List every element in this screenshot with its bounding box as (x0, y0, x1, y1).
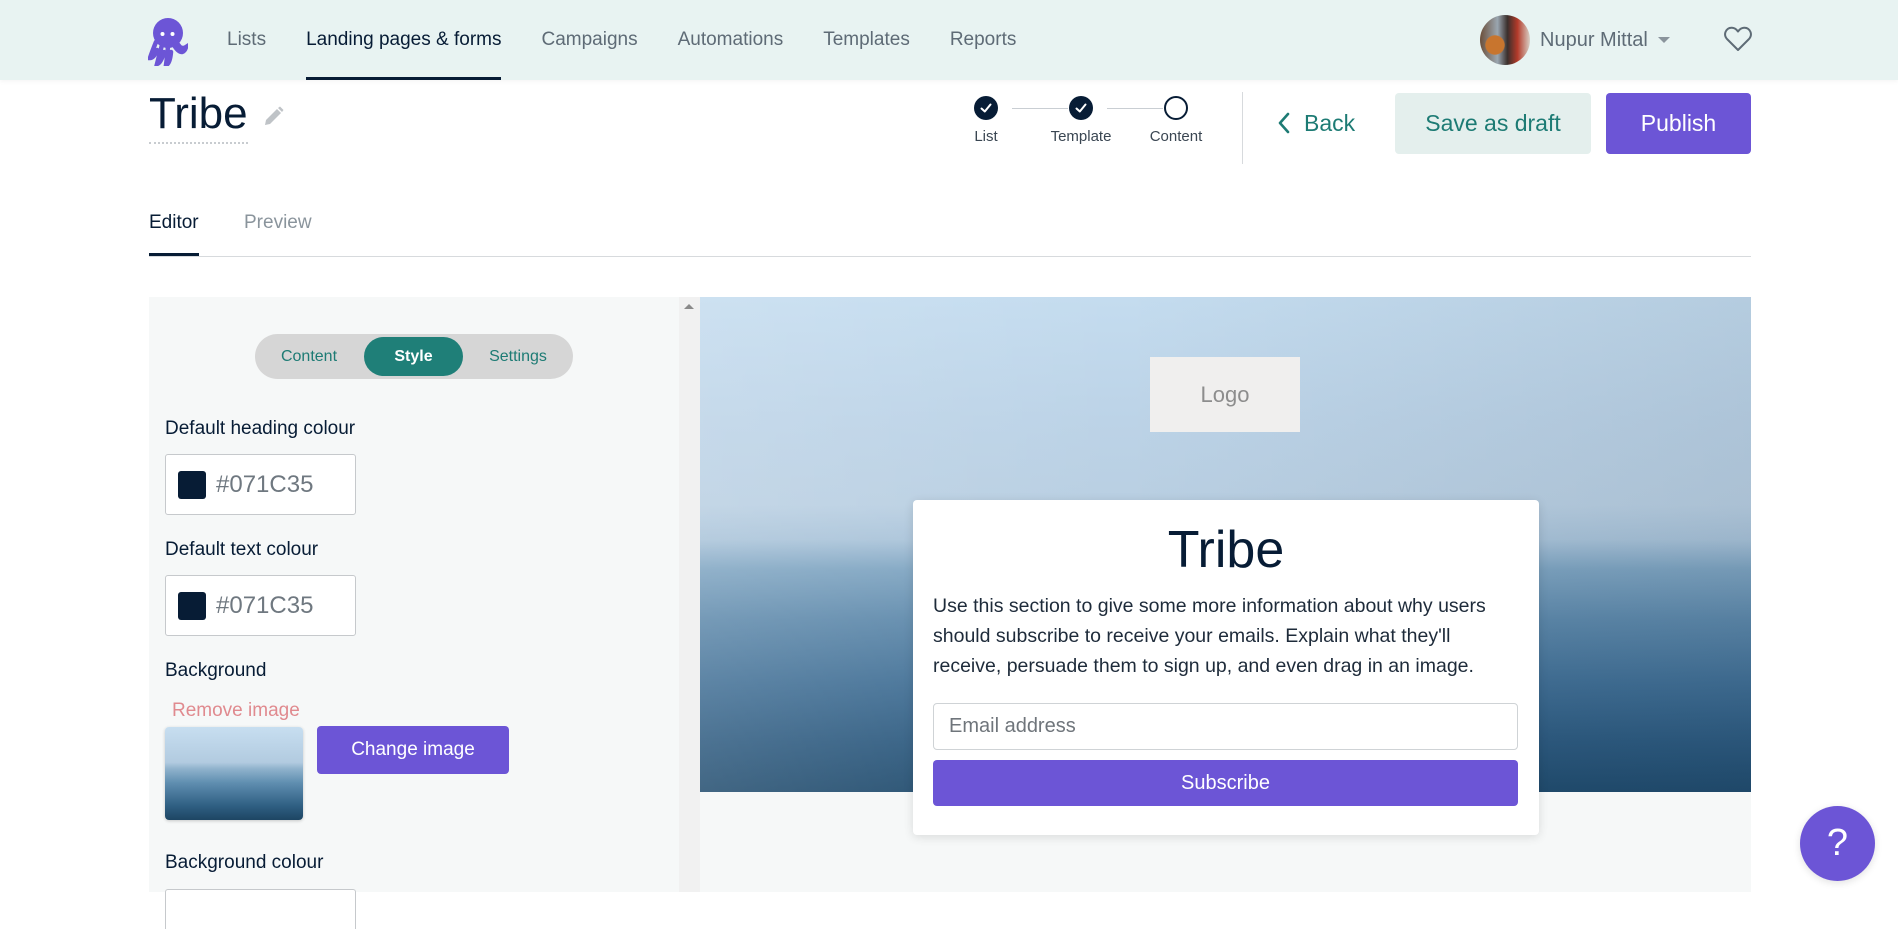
text-colour-label: Default text colour (165, 539, 319, 560)
email-input[interactable]: Email address (933, 703, 1518, 750)
avatar (1480, 15, 1530, 65)
page-title[interactable]: Tribe (149, 88, 248, 144)
step-label: List (974, 128, 998, 145)
help-button[interactable]: ? (1800, 806, 1875, 881)
landing-page-preview: Logo Tribe Use this section to give some… (700, 297, 1751, 892)
card-description[interactable]: Use this section to give some more infor… (933, 591, 1519, 681)
subscribe-button[interactable]: Subscribe (933, 760, 1518, 806)
nav-item-lists[interactable]: Lists (227, 0, 266, 80)
background-colour-label: Background colour (165, 852, 324, 873)
background-image-thumbnail[interactable] (165, 727, 303, 820)
remove-image-link[interactable]: Remove image (172, 700, 300, 722)
back-button[interactable]: Back (1278, 93, 1355, 153)
segment-style[interactable]: Style (364, 337, 463, 376)
colour-swatch[interactable] (178, 591, 206, 620)
octopus-logo-icon[interactable] (148, 16, 188, 66)
step-content[interactable]: Content (1136, 96, 1216, 145)
nav-item-automations[interactable]: Automations (678, 0, 784, 80)
background-label: Background (165, 660, 267, 681)
chevron-left-icon (1278, 112, 1290, 134)
back-label: Back (1304, 109, 1356, 136)
style-panel: Content Style Settings Default heading c… (149, 297, 679, 929)
check-icon (974, 96, 998, 120)
text-colour-value: #071C35 (216, 591, 314, 619)
change-image-button[interactable]: Change image (317, 726, 509, 774)
text-colour-field[interactable]: #071C35 (165, 575, 356, 636)
segment-settings[interactable]: Settings (467, 337, 569, 376)
publish-button[interactable]: Publish (1606, 93, 1751, 154)
step-label: Template (1050, 128, 1112, 145)
nav-item-landing-pages[interactable]: Landing pages & forms (306, 0, 502, 80)
user-name: Nupur Mittal (1540, 28, 1648, 51)
nav-item-reports[interactable]: Reports (950, 0, 1017, 80)
card-title[interactable]: Tribe (913, 520, 1539, 580)
step-list[interactable]: List (946, 96, 1026, 145)
step-label: Content (1149, 128, 1203, 145)
empty-circle-icon (1164, 96, 1188, 120)
editor-tabs: Editor Preview (149, 200, 1751, 257)
main-nav: Lists Landing pages & forms Campaigns Au… (227, 0, 1056, 80)
tab-preview[interactable]: Preview (244, 212, 312, 253)
user-menu[interactable]: Nupur Mittal (1480, 15, 1670, 65)
colour-swatch[interactable] (178, 470, 206, 499)
heading-colour-label: Default heading colour (165, 418, 356, 439)
nav-item-campaigns[interactable]: Campaigns (541, 0, 637, 80)
segment-content[interactable]: Content (259, 337, 359, 376)
background-colour-field[interactable] (165, 889, 356, 929)
divider (1242, 92, 1243, 164)
check-icon (1069, 96, 1093, 120)
top-navigation: Lists Landing pages & forms Campaigns Au… (0, 0, 1898, 80)
pencil-edit-icon[interactable] (262, 106, 284, 128)
caret-down-icon (1657, 37, 1670, 43)
question-mark-icon: ? (1826, 822, 1849, 864)
scroll-up-arrow-icon[interactable] (684, 304, 694, 309)
step-template[interactable]: Template (1041, 96, 1121, 145)
progress-steps: List Template Content (960, 96, 1220, 156)
logo-placeholder[interactable]: Logo (1150, 357, 1300, 432)
signup-card: Tribe Use this section to give some more… (913, 500, 1539, 835)
heading-colour-field[interactable]: #071C35 (165, 454, 356, 515)
nav-item-templates[interactable]: Templates (823, 0, 910, 80)
heading-colour-value: #071C35 (216, 470, 314, 498)
panel-segmented-control: Content Style Settings (255, 334, 573, 379)
save-as-draft-button[interactable]: Save as draft (1395, 93, 1591, 154)
heart-icon[interactable] (1724, 26, 1752, 52)
tab-editor[interactable]: Editor (149, 212, 199, 256)
panel-scrollbar[interactable] (679, 297, 700, 892)
